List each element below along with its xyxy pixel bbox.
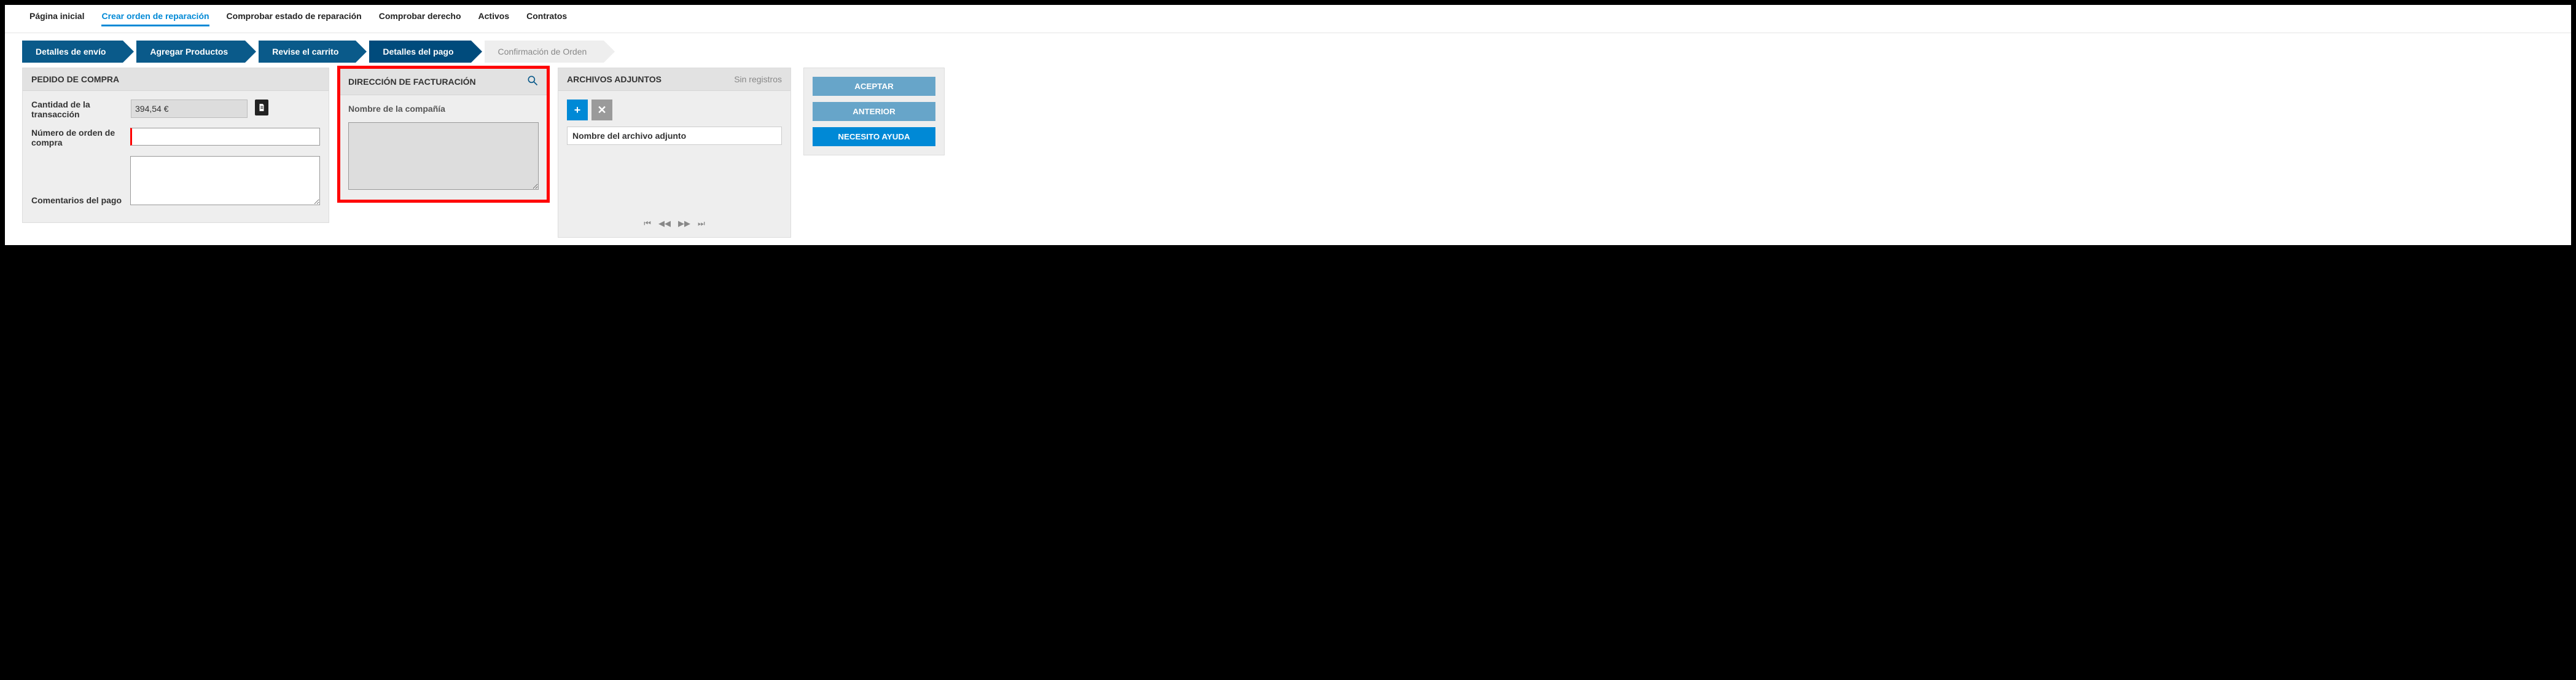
purchase-order-panel: PEDIDO DE COMPRA Cantidad de la transacc…: [22, 68, 329, 223]
attachments-panel-title: ARCHIVOS ADJUNTOS: [567, 74, 662, 84]
document-icon[interactable]: [255, 100, 268, 115]
add-attachment-button[interactable]: +: [567, 100, 588, 120]
pager-last-icon[interactable]: ⏭: [698, 219, 705, 229]
po-number-label: Número de orden de compra: [31, 128, 123, 147]
top-nav: Página inicial Crear orden de reparación…: [5, 7, 2571, 33]
billing-panel-title: DIRECCIÓN DE FACTURACIÓN: [348, 77, 476, 87]
attachments-status: Sin registros: [734, 74, 782, 84]
nav-check-status[interactable]: Comprobar estado de reparación: [227, 11, 362, 26]
pager-prev-icon[interactable]: ◀◀: [658, 219, 671, 229]
transaction-amount-label: Cantidad de la transacción: [31, 100, 123, 119]
company-name-textarea: [348, 122, 539, 190]
po-panel-title: PEDIDO DE COMPRA: [23, 68, 329, 91]
nav-home[interactable]: Página inicial: [29, 11, 84, 26]
attachment-column-name: Nombre del archivo adjunto: [567, 127, 782, 145]
nav-check-entitlement[interactable]: Comprobar derecho: [379, 11, 461, 26]
payment-comments-textarea[interactable]: [130, 156, 320, 205]
action-buttons-panel: ACEPTAR ANTERIOR NECESITO AYUDA: [803, 68, 945, 155]
payment-comments-label: Comentarios del pago: [31, 195, 123, 205]
nav-create-repair[interactable]: Crear orden de reparación: [101, 11, 209, 26]
attachments-panel: ARCHIVOS ADJUNTOS Sin registros + ✕ Nomb…: [558, 68, 791, 238]
search-icon[interactable]: [526, 74, 539, 88]
billing-address-panel: DIRECCIÓN DE FACTURACIÓN Nombre de la co…: [339, 68, 548, 201]
previous-button[interactable]: ANTERIOR: [813, 102, 935, 121]
po-number-input[interactable]: [130, 128, 320, 146]
pager-first-icon[interactable]: ⏮: [644, 219, 651, 229]
step-add-products[interactable]: Agregar Productos: [136, 41, 245, 63]
step-order-confirmation: Confirmación de Orden: [485, 41, 604, 63]
transaction-amount-value: 394,54 €: [131, 100, 248, 118]
pager-next-icon[interactable]: ▶▶: [678, 219, 690, 229]
nav-contracts[interactable]: Contratos: [526, 11, 567, 26]
nav-assets[interactable]: Activos: [478, 11, 510, 26]
pager: ⏮ ◀◀ ▶▶ ⏭: [567, 213, 782, 229]
remove-attachment-button[interactable]: ✕: [591, 100, 612, 120]
step-review-cart[interactable]: Revise el carrito: [259, 41, 356, 63]
progress-stepper: Detalles de envío Agregar Productos Revi…: [5, 33, 2571, 68]
help-button[interactable]: NECESITO AYUDA: [813, 127, 935, 146]
company-name-label: Nombre de la compañía: [348, 104, 539, 114]
step-payment-details[interactable]: Detalles del pago: [369, 41, 470, 63]
step-shipping-details[interactable]: Detalles de envío: [22, 41, 123, 63]
accept-button[interactable]: ACEPTAR: [813, 77, 935, 96]
